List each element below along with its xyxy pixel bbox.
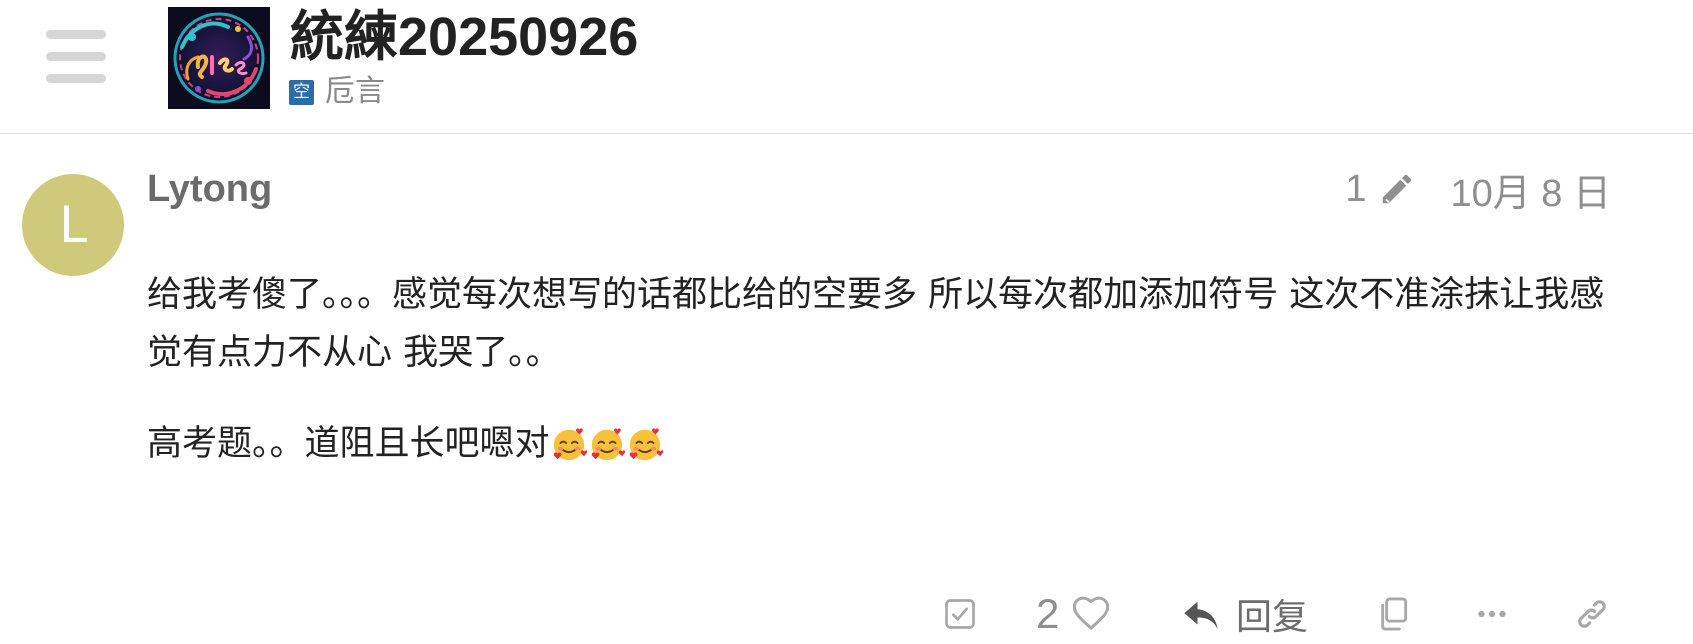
edit-count: 1 xyxy=(1345,167,1367,210)
hamburger-menu-icon[interactable] xyxy=(46,30,106,84)
emoji-group xyxy=(550,423,664,481)
heart-icon xyxy=(1073,596,1110,630)
like-button[interactable]: 2 xyxy=(1036,588,1111,640)
smiling-face-with-hearts-emoji xyxy=(553,428,587,461)
edit-history-button[interactable]: 1 xyxy=(1345,168,1416,211)
user-avatar[interactable]: L xyxy=(22,174,124,276)
more-icon xyxy=(1478,610,1506,618)
menu-bar xyxy=(46,52,106,61)
like-count: 2 xyxy=(1036,590,1060,637)
pencil-icon xyxy=(1383,174,1412,204)
post-paragraph-text: 高考题。。道阻且长吧嗯对 xyxy=(147,424,550,464)
menu-bar xyxy=(46,30,106,39)
link-icon xyxy=(1578,600,1606,628)
more-actions-button[interactable] xyxy=(1474,588,1510,640)
topic-title[interactable]: 統練20250926 xyxy=(290,2,638,72)
post-actions: 2 回复 xyxy=(0,588,1693,640)
share-link-button[interactable] xyxy=(1572,588,1612,640)
smiling-face-with-hearts-emoji xyxy=(591,428,625,461)
copy-icon xyxy=(1381,597,1408,631)
category-link[interactable]: 空 卮言 xyxy=(289,74,385,110)
post-paragraph: 高考题。。道阻且长吧嗯对 xyxy=(147,415,1622,481)
site-logo-image xyxy=(168,7,270,109)
smiling-face-with-hearts-emoji xyxy=(629,428,663,461)
post-meta: 1 10月 8 日 xyxy=(1345,162,1611,217)
post-body: 给我考傻了。。。感觉每次想写的话都比给的空要多 所以每次都加添加符号 这次不准涂… xyxy=(147,266,1622,514)
checkbox-icon xyxy=(945,599,975,629)
copy-quote-button[interactable] xyxy=(1374,588,1412,640)
category-badge: 空 xyxy=(289,79,314,105)
site-logo[interactable] xyxy=(168,7,270,109)
post-username[interactable]: Lytong xyxy=(147,166,272,212)
reply-icon xyxy=(1184,601,1218,629)
category-name: 卮言 xyxy=(325,74,385,109)
topic-header: 統練20250926 空 卮言 xyxy=(0,0,1693,134)
solution-checkbox-button[interactable] xyxy=(942,588,978,640)
menu-bar xyxy=(46,74,106,83)
reply-button[interactable]: 回复 xyxy=(1180,588,1308,640)
post-paragraph: 给我考傻了。。。感觉每次想写的话都比给的空要多 所以每次都加添加符号 这次不准涂… xyxy=(147,275,1605,373)
reply-label: 回复 xyxy=(1236,597,1309,638)
post-date[interactable]: 10月 8 日 xyxy=(1450,162,1611,217)
